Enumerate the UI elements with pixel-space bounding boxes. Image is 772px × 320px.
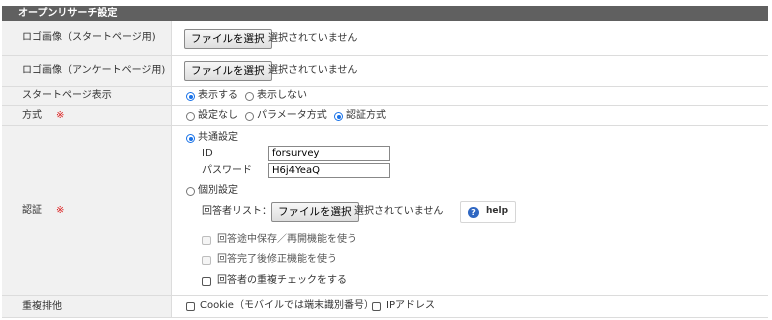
ip-address-label: IPアドレス (386, 300, 435, 311)
cookie-checkbox[interactable] (186, 302, 195, 311)
resume-save-checkbox[interactable] (202, 236, 211, 245)
post-complete-edit-checkbox[interactable] (202, 256, 211, 265)
post-complete-edit-label: 回答完了後修正機能を使う (217, 254, 337, 265)
help-label: help (486, 206, 509, 216)
auth-individual-label: 個別設定 (198, 185, 238, 196)
start-page-hide-radio[interactable] (245, 92, 254, 101)
row-start-page: スタートページ表示 表示する 表示しない (2, 87, 768, 106)
row-logo-survey: ロゴ画像（アンケートページ用) ファイルを選択 選択されていません (2, 56, 768, 87)
row-auth: 認証 ※ 共通設定 ID forsurvey パスワード H6j4YeaQ 個別… (2, 126, 768, 296)
dedupe-label: 重複排他 (2, 296, 172, 317)
start-page-hide-label: 表示しない (257, 90, 307, 101)
method-auth-radio[interactable] (334, 112, 343, 121)
logo-start-file-button[interactable]: ファイルを選択 (184, 29, 272, 49)
auth-common-label: 共通設定 (198, 132, 238, 143)
method-parameter-radio[interactable] (245, 112, 254, 121)
ip-address-checkbox[interactable] (372, 302, 381, 311)
method-none-label: 設定なし (198, 110, 238, 121)
auth-id-input[interactable]: forsurvey (268, 146, 390, 161)
logo-survey-label: ロゴ画像（アンケートページ用) (2, 56, 172, 86)
logo-survey-file-button[interactable]: ファイルを選択 (184, 61, 272, 81)
duplicate-check-label: 回答者の重複チェックをする (217, 275, 347, 286)
start-page-label: スタートページ表示 (2, 87, 172, 105)
logo-survey-file-status: 選択されていません (268, 65, 358, 76)
respondent-list-label: 回答者リスト： (202, 206, 272, 217)
auth-label-text: 認証 (22, 204, 42, 216)
section-header: オープンリサーチ設定 (2, 6, 768, 21)
row-dedupe: 重複排他 Cookie（モバイルでは端末識別番号） IPアドレス (2, 296, 768, 318)
auth-password-label: パスワード (202, 165, 252, 176)
respondent-list-file-button[interactable]: ファイルを選択 (271, 202, 359, 222)
respondent-list-file-status: 選択されていません (354, 206, 444, 217)
row-logo-start: ロゴ画像（スタートページ用) ファイルを選択 選択されていません (2, 21, 768, 56)
resume-save-label: 回答途中保存／再開機能を使う (217, 234, 357, 245)
method-parameter-label: パラメータ方式 (257, 110, 327, 121)
open-research-settings: オープンリサーチ設定 ロゴ画像（スタートページ用) ファイルを選択 選択されてい… (0, 0, 772, 320)
start-page-show-radio[interactable] (186, 92, 195, 101)
method-none-radio[interactable] (186, 112, 195, 121)
method-required-mark: ※ (56, 109, 65, 121)
auth-id-label: ID (202, 148, 213, 159)
help-button[interactable]: ? help (460, 201, 516, 223)
method-label-text: 方式 (22, 109, 42, 121)
auth-label: 認証 ※ (2, 126, 172, 295)
row-method: 方式 ※ 設定なし パラメータ方式 認証方式 (2, 106, 768, 126)
method-auth-label: 認証方式 (346, 110, 386, 121)
logo-start-label: ロゴ画像（スタートページ用) (2, 21, 172, 55)
cookie-label: Cookie（モバイルでは端末識別番号） (200, 300, 374, 311)
start-page-show-label: 表示する (198, 90, 238, 101)
auth-common-radio[interactable] (186, 134, 195, 143)
auth-required-mark: ※ (56, 204, 65, 216)
auth-password-input[interactable]: H6j4YeaQ (268, 163, 390, 178)
duplicate-check-checkbox[interactable] (202, 277, 211, 286)
logo-start-file-status: 選択されていません (268, 33, 358, 44)
method-label: 方式 ※ (2, 106, 172, 125)
auth-individual-radio[interactable] (186, 187, 195, 196)
help-icon: ? (468, 207, 479, 218)
